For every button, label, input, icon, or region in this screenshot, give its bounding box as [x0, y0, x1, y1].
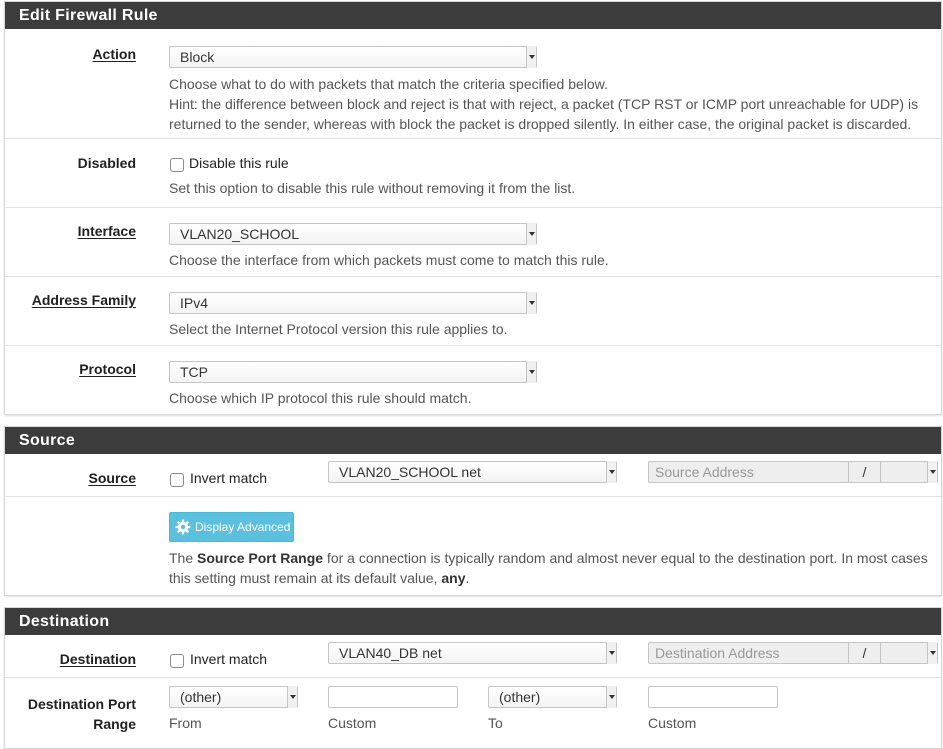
action-label: Action: [92, 46, 136, 62]
dropdown-arrow-icon: [526, 223, 536, 245]
destination-panel: Destination Destination Invert match VLA…: [4, 607, 942, 749]
source-panel-title: Source: [5, 427, 941, 454]
any-bold: any: [441, 570, 466, 586]
disable-rule-checkbox[interactable]: [170, 158, 184, 172]
display-advanced-label: Display Advanced: [195, 520, 291, 534]
interface-row: Interface VLAN20_SCHOOL Choose the inter…: [5, 208, 941, 277]
interface-label: Interface: [77, 223, 136, 239]
dropdown-arrow-icon: [526, 46, 536, 68]
dropdown-arrow-icon: [606, 642, 616, 664]
destination-type-select[interactable]: VLAN40_DB net: [328, 642, 617, 664]
disable-rule-checkbox-label: Disable this rule: [189, 155, 289, 171]
destination-invert-checkbox[interactable]: [170, 654, 184, 668]
source-advanced-row: Display Advanced The Source Port Range f…: [5, 497, 941, 594]
interface-help: Choose the interface from which packets …: [169, 252, 609, 268]
source-type-select[interactable]: VLAN20_SCHOOL net: [328, 461, 617, 483]
dropdown-arrow-icon: [287, 686, 297, 708]
disabled-row: Disabled Disable this rule Set this opti…: [5, 139, 941, 208]
port-from-custom-label: Custom: [328, 715, 377, 731]
source-panel: Source Source Invert match VLAN20_SCHOOL…: [4, 426, 942, 596]
address-family-select[interactable]: IPv4: [169, 292, 537, 314]
port-to-select[interactable]: (other): [488, 686, 617, 708]
destination-type-value: VLAN40_DB net: [339, 645, 442, 661]
panel-title: Edit Firewall Rule: [5, 2, 941, 29]
protocol-row: Protocol TCP Choose which IP protocol th…: [5, 346, 941, 414]
action-help: Choose what to do with packets that matc…: [169, 76, 919, 132]
destination-invert-label: Invert match: [190, 651, 268, 667]
destination-mask-select[interactable]: [880, 642, 938, 664]
destination-port-row: Destination Port Range (other) (other) F…: [5, 678, 941, 748]
protocol-select[interactable]: TCP: [169, 361, 537, 383]
destination-address-input[interactable]: Destination Address: [648, 642, 849, 664]
port-to-value: (other): [499, 689, 541, 705]
source-row: Source Invert match VLAN20_SCHOOL net So…: [5, 455, 941, 497]
interface-select-value: VLAN20_SCHOOL: [180, 226, 300, 242]
dropdown-arrow-icon: [526, 292, 536, 314]
destination-port-range-label: Destination Port Range: [27, 696, 136, 732]
dropdown-arrow-icon: [526, 361, 536, 383]
source-invert-label: Invert match: [190, 470, 268, 486]
display-advanced-button[interactable]: Display Advanced: [169, 512, 294, 542]
address-family-help: Select the Internet Protocol version thi…: [169, 321, 508, 337]
source-mask-select[interactable]: [880, 461, 938, 483]
source-port-range-bold: Source Port Range: [197, 550, 324, 566]
protocol-select-value: TCP: [180, 364, 208, 380]
dropdown-arrow-icon: [927, 642, 937, 664]
dropdown-arrow-icon: [606, 461, 616, 483]
gear-icon: [175, 519, 191, 535]
address-family-row: Address Family IPv4 Select the Internet …: [5, 277, 941, 346]
interface-select[interactable]: VLAN20_SCHOOL: [169, 223, 537, 245]
disabled-label: Disabled: [77, 155, 136, 171]
dropdown-arrow-icon: [606, 686, 616, 708]
action-select[interactable]: Block: [169, 46, 537, 68]
destination-panel-title: Destination: [5, 608, 941, 635]
port-to-custom-label: Custom: [648, 715, 697, 731]
port-from-custom-input[interactable]: [328, 686, 458, 708]
edit-rule-panel: Edit Firewall Rule Action Block Choose w…: [4, 1, 942, 415]
action-select-value: Block: [180, 49, 215, 65]
destination-mask-slash: /: [848, 642, 881, 664]
port-from-label: From: [169, 715, 202, 731]
destination-row: Destination Invert match VLAN40_DB net D…: [5, 636, 941, 678]
source-mask-slash: /: [848, 461, 881, 483]
protocol-label: Protocol: [79, 361, 136, 377]
source-type-value: VLAN20_SCHOOL net: [339, 464, 481, 480]
dropdown-arrow-icon: [927, 461, 937, 483]
destination-label: Destination: [59, 651, 136, 667]
address-family-select-value: IPv4: [180, 295, 209, 311]
source-port-help: The Source Port Range for a connection i…: [169, 550, 928, 586]
port-to-custom-input[interactable]: [648, 686, 778, 708]
source-invert-checkbox[interactable]: [170, 473, 184, 487]
source-label: Source: [88, 470, 136, 486]
protocol-help: Choose which IP protocol this rule shoul…: [169, 390, 472, 406]
address-family-label: Address Family: [31, 292, 136, 308]
source-address-input[interactable]: Source Address: [648, 461, 849, 483]
port-to-label: To: [488, 715, 503, 731]
port-from-value: (other): [180, 689, 222, 705]
action-row: Action Block Choose what to do with pack…: [5, 30, 941, 139]
port-from-select[interactable]: (other): [169, 686, 298, 708]
disabled-help: Set this option to disable this rule wit…: [169, 180, 576, 196]
